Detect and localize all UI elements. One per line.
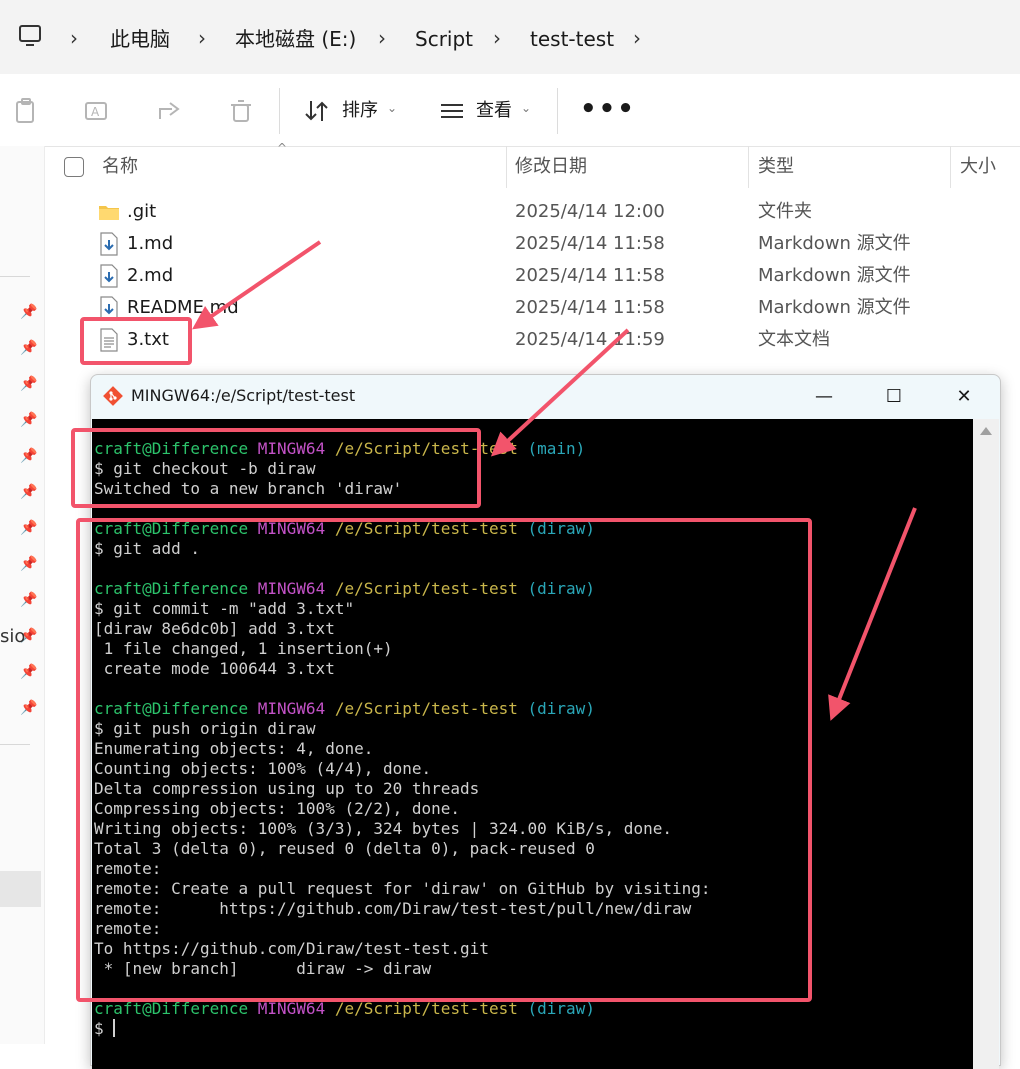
nav-item-truncated[interactable]: sio <box>0 626 25 647</box>
file-date: 2025/4/14 11:59 <box>515 329 665 350</box>
folder-icon <box>99 206 119 220</box>
toolbar-divider <box>279 88 280 134</box>
svg-text:A: A <box>91 105 100 119</box>
pin-icon[interactable]: 📌 <box>20 484 37 500</box>
file-name: 2.md <box>127 265 174 286</box>
nav-divider <box>0 744 30 745</box>
navigation-pane: 📌 📌 📌 📌 📌 📌 📌 📌 📌 📌 📌 📌 <box>0 146 45 1044</box>
pin-icon[interactable]: 📌 <box>20 592 37 608</box>
file-row[interactable]: README.md 2025/4/14 11:58 Markdown 源文件 <box>92 292 992 324</box>
highlight-box-new-file <box>80 317 192 365</box>
highlight-box-checkout <box>71 428 481 508</box>
input-line[interactable]: $ <box>94 1019 116 1039</box>
file-date: 2025/4/14 12:00 <box>515 201 665 222</box>
more-options-button[interactable]: ••• <box>580 94 636 124</box>
sort-label[interactable]: 排序 <box>342 99 378 123</box>
breadcrumb-chevron-icon[interactable]: › <box>633 25 641 51</box>
breadcrumb-chevron-icon[interactable]: › <box>493 25 501 51</box>
sort-chevron-down-icon[interactable]: ⌄ <box>387 101 397 115</box>
column-date-modified[interactable]: 修改日期 <box>515 155 587 179</box>
file-type: 文本文档 <box>758 329 830 350</box>
file-name: 1.md <box>127 233 174 254</box>
maximize-button[interactable]: ☐ <box>871 381 917 413</box>
breadcrumb-test-test[interactable]: test-test <box>530 26 614 52</box>
toolbar-divider <box>557 88 558 134</box>
pin-icon[interactable]: 📌 <box>20 304 37 320</box>
breadcrumb-chevron-icon[interactable]: › <box>378 25 386 51</box>
breadcrumb-drive-e[interactable]: 本地磁盘 (E:) <box>235 26 356 52</box>
scroll-up-arrow-icon[interactable] <box>980 427 992 435</box>
rename-icon[interactable]: A <box>83 97 111 125</box>
terminal-scrollbar[interactable] <box>973 419 999 1069</box>
pin-icon[interactable]: 📌 <box>20 412 37 428</box>
sort-icon[interactable] <box>303 97 331 125</box>
nav-item-selected[interactable] <box>0 871 41 907</box>
paste-icon[interactable] <box>12 97 40 125</box>
prompt-line: craft@Difference MINGW64 /e/Script/test-… <box>94 999 595 1018</box>
git-logo-icon <box>103 386 123 406</box>
minimize-button[interactable]: — <box>801 381 847 413</box>
column-separator[interactable] <box>950 146 951 188</box>
pin-icon[interactable]: 📌 <box>20 448 37 464</box>
this-pc-icon[interactable] <box>18 24 42 50</box>
file-date: 2025/4/14 11:58 <box>515 233 665 254</box>
pin-icon[interactable]: 📌 <box>20 700 37 716</box>
file-name: .git <box>127 201 157 222</box>
file-row[interactable]: 1.md 2025/4/14 11:58 Markdown 源文件 <box>92 228 992 260</box>
text-cursor <box>113 1019 116 1037</box>
breadcrumb-chevron-icon[interactable]: › <box>198 25 206 51</box>
file-type: 文件夹 <box>758 201 812 222</box>
file-type: Markdown 源文件 <box>758 265 911 286</box>
address-bar: › 此电脑 › 本地磁盘 (E:) › Script › test-test › <box>0 0 1020 74</box>
pin-icon[interactable]: 📌 <box>20 340 37 356</box>
breadcrumb-chevron-icon[interactable]: › <box>70 25 78 51</box>
file-type: Markdown 源文件 <box>758 297 911 318</box>
file-date: 2025/4/14 11:58 <box>515 265 665 286</box>
highlight-box-commit-push <box>76 518 812 1002</box>
markdown-file-icon <box>100 264 118 288</box>
view-chevron-down-icon[interactable]: ⌄ <box>521 101 531 115</box>
close-button[interactable]: ✕ <box>941 381 987 413</box>
column-size[interactable]: 大小 <box>960 155 996 179</box>
file-list-header: 名称 修改日期 类型 大小 <box>44 146 1020 192</box>
pin-icon[interactable]: 📌 <box>20 520 37 536</box>
nav-divider <box>0 276 30 277</box>
pin-icon[interactable]: 📌 <box>20 664 37 680</box>
column-name[interactable]: 名称 <box>102 155 138 179</box>
breadcrumb-script[interactable]: Script <box>415 26 473 52</box>
delete-icon[interactable] <box>227 97 255 125</box>
pin-icon[interactable]: 📌 <box>20 376 37 392</box>
pin-icon[interactable]: 📌 <box>20 556 37 572</box>
file-row[interactable]: 3.txt 2025/4/14 11:59 文本文档 <box>92 324 992 356</box>
file-row[interactable]: 2.md 2025/4/14 11:58 Markdown 源文件 <box>92 260 992 292</box>
breadcrumb-this-pc[interactable]: 此电脑 <box>110 26 170 52</box>
terminal-title: MINGW64:/e/Script/test-test <box>131 386 356 405</box>
column-type[interactable]: 类型 <box>758 155 794 179</box>
file-type: Markdown 源文件 <box>758 233 911 254</box>
file-date: 2025/4/14 11:58 <box>515 297 665 318</box>
file-row[interactable]: .git 2025/4/14 12:00 文件夹 <box>92 196 992 228</box>
view-label[interactable]: 查看 <box>476 99 512 123</box>
view-icon[interactable] <box>438 97 466 125</box>
share-icon[interactable] <box>156 97 184 125</box>
column-separator[interactable] <box>748 146 749 188</box>
column-separator[interactable] <box>506 146 507 188</box>
markdown-file-icon <box>100 232 118 256</box>
command-bar: A 排序 ⌄ 查看 ⌄ ••• <box>0 74 1020 147</box>
